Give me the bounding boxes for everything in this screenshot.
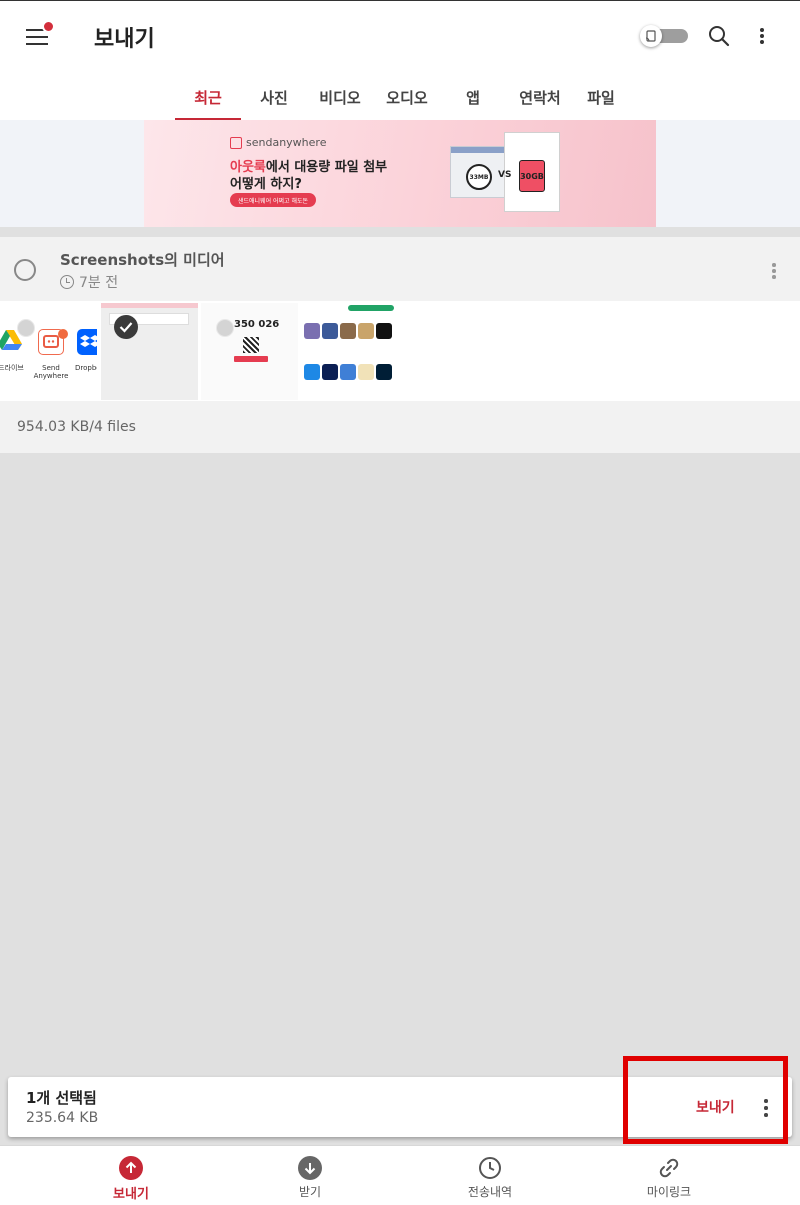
- tab-photos[interactable]: 사진: [241, 73, 307, 121]
- album-size-summary: 954.03 KB/4 files: [17, 419, 136, 435]
- album-title: Screenshots의 미디어: [60, 251, 225, 269]
- tab-contacts[interactable]: 연락처: [505, 73, 575, 121]
- more-vertical-icon[interactable]: [750, 23, 774, 49]
- nav-receive-label: 받기: [298, 1185, 322, 1199]
- thumbnail-1[interactable]: 드라이브 Send Anywhere Dropbo: [0, 303, 97, 400]
- thumbnail-select-circle[interactable]: [17, 319, 35, 337]
- bottom-navigation: 보내기 받기 전송내역 마이링크: [0, 1145, 800, 1205]
- photoshop-icon: [376, 364, 392, 380]
- app-label-drive: 드라이브: [0, 364, 24, 372]
- download-arrow-icon: [298, 1156, 322, 1180]
- cast-toggle[interactable]: [640, 25, 688, 47]
- nav-mylink[interactable]: 마이링크: [569, 1146, 769, 1205]
- badge-dot: [58, 329, 68, 339]
- top-app-bar: 보내기 최근 사진 비디오 오디오 앱 연락처 파일: [0, 0, 800, 121]
- history-clock-icon: [478, 1156, 502, 1180]
- tab-files[interactable]: 파일: [575, 73, 627, 121]
- tab-audio[interactable]: 오디오: [373, 73, 441, 121]
- album-more-icon[interactable]: [766, 260, 782, 282]
- nav-send[interactable]: 보내기: [31, 1146, 231, 1205]
- connection-code: 350 026: [234, 319, 280, 330]
- banner-large-size: 30GB: [519, 160, 545, 192]
- cast-icon: [640, 25, 662, 47]
- selection-bar: 1개 선택됨 235.64 KB 보내기: [8, 1077, 792, 1137]
- nav-send-label: 보내기: [113, 1187, 149, 1202]
- banner-logo: sendanywhere: [230, 136, 326, 149]
- ad-banner-area: sendanywhere 아웃룩에서 대용량 파일 첨부 어떻게 하지? 샌드애…: [0, 120, 800, 227]
- clock-icon: [60, 275, 74, 289]
- send-anywhere-logo-icon: [230, 136, 242, 149]
- tab-recent[interactable]: 최근: [175, 73, 241, 121]
- selected-count: 1개 선택됨: [26, 1089, 97, 1107]
- dropbox-icon: [77, 329, 97, 355]
- banner-subline: 어떻게 하지?: [230, 177, 302, 192]
- notification-dot: [42, 20, 55, 33]
- ad-banner[interactable]: sendanywhere 아웃룩에서 대용량 파일 첨부 어떻게 하지? 샌드애…: [144, 120, 656, 227]
- tiktok-icon: [376, 323, 392, 339]
- tab-videos[interactable]: 비디오: [307, 73, 373, 121]
- hamburger-menu-icon[interactable]: [26, 20, 55, 47]
- category-tabs: 최근 사진 비디오 오디오 앱 연락처 파일: [175, 73, 627, 121]
- album-time: 7분 전: [60, 272, 118, 292]
- nav-mylink-label: 마이링크: [646, 1185, 692, 1199]
- album-header[interactable]: Screenshots의 미디어 7분 전: [0, 237, 800, 301]
- banner-cta-button[interactable]: 샌드애니웨어 어쩌고 해도돈: [230, 193, 316, 207]
- send-button[interactable]: 보내기: [696, 1097, 735, 1117]
- selection-more-icon[interactable]: [756, 1096, 780, 1120]
- nav-history[interactable]: 전송내역: [390, 1146, 590, 1205]
- app-label-send-anywhere: Send Anywhere: [33, 364, 69, 380]
- nav-history-label: 전송내역: [467, 1185, 513, 1199]
- thumbnail-button-shape: [234, 356, 268, 362]
- tab-apps[interactable]: 앱: [441, 73, 505, 121]
- app-label-dropbox: Dropbo: [75, 364, 97, 372]
- banner-small-size: 33MB: [466, 164, 492, 190]
- thumbnail-select-circle[interactable]: [216, 319, 234, 337]
- page-title: 보내기: [94, 27, 155, 52]
- selected-check-icon[interactable]: [114, 315, 138, 339]
- thumbnail-2[interactable]: [101, 303, 198, 400]
- thumbnail-4[interactable]: [300, 303, 397, 400]
- thumbnail-row: 드라이브 Send Anywhere Dropbo 350 026: [0, 301, 800, 401]
- banner-vs: VS: [498, 170, 512, 180]
- upload-arrow-icon: [119, 1156, 143, 1180]
- thumbnail-3[interactable]: 350 026: [201, 303, 298, 400]
- selected-size: 235.64 KB: [26, 1110, 99, 1126]
- album-select-radio[interactable]: [14, 259, 36, 281]
- nav-receive[interactable]: 받기: [210, 1146, 410, 1205]
- qr-code-icon: [243, 337, 259, 353]
- search-icon[interactable]: [706, 23, 732, 49]
- album-size-row: 954.03 KB/4 files: [0, 401, 800, 453]
- link-icon: [657, 1156, 681, 1180]
